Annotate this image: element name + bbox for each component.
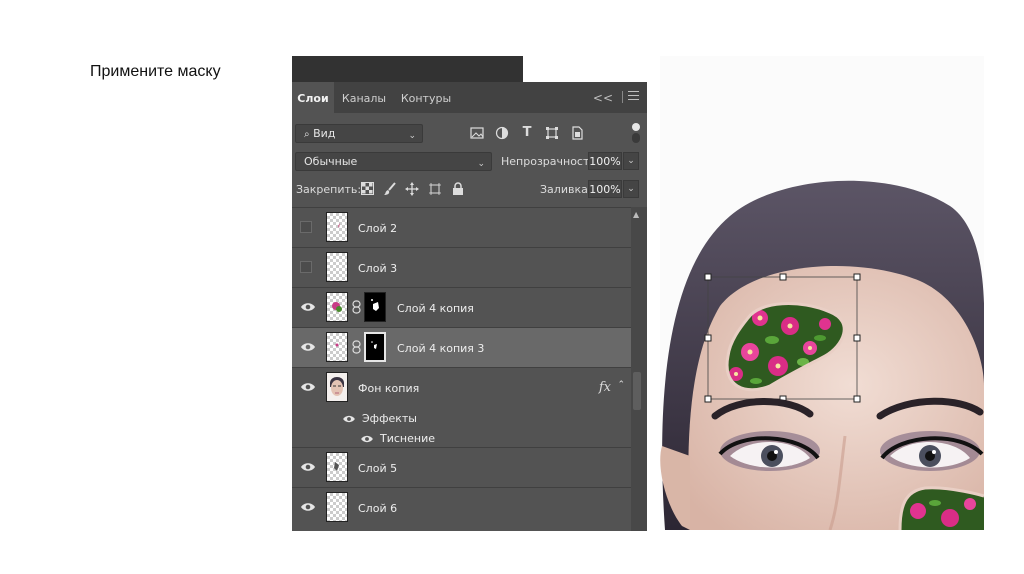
layer-mask-thumbnail[interactable] bbox=[364, 292, 386, 322]
layer-name: Слой 6 bbox=[358, 502, 398, 515]
lock-artboard-icon[interactable] bbox=[428, 182, 442, 196]
filter-kind-label: Вид bbox=[313, 127, 336, 140]
opacity-label: Непрозрачность: bbox=[501, 155, 600, 168]
effect-item-emboss: Тиснение bbox=[380, 432, 435, 445]
layers-panel: Слои Каналы Контуры << ⌕ Вид ⌄ T Обычные… bbox=[292, 82, 647, 531]
filter-adjustment-icon[interactable] bbox=[495, 126, 509, 140]
canvas-photo bbox=[660, 56, 984, 530]
filter-type-icon[interactable]: T bbox=[520, 126, 534, 140]
tab-paths[interactable]: Контуры bbox=[394, 82, 458, 113]
fill-dropdown-icon[interactable]: ⌄ bbox=[623, 180, 639, 198]
layer-thumbnail bbox=[326, 492, 348, 522]
layer-name: Слой 5 bbox=[358, 462, 398, 475]
layer-row[interactable]: Слой 3 bbox=[292, 247, 631, 287]
chain-link-icon[interactable] bbox=[352, 300, 361, 314]
layer-thumbnail bbox=[326, 292, 348, 322]
chevron-down-icon: ⌄ bbox=[477, 159, 485, 169]
layer-thumbnail bbox=[326, 332, 348, 362]
lock-all-icon[interactable] bbox=[451, 182, 465, 196]
eye-icon[interactable] bbox=[342, 414, 356, 424]
lock-transparent-pixels-icon[interactable] bbox=[360, 182, 374, 196]
eye-icon[interactable] bbox=[300, 301, 316, 313]
layer-mask-thumbnail[interactable] bbox=[364, 332, 386, 362]
slide-title: Примените маску bbox=[90, 63, 221, 80]
layer-row[interactable]: Слой 2 bbox=[292, 207, 631, 247]
eye-icon[interactable] bbox=[300, 381, 316, 393]
scroll-up-icon[interactable]: ▲ bbox=[633, 210, 639, 219]
eye-icon[interactable] bbox=[300, 501, 316, 513]
layer-name: Слой 3 bbox=[358, 262, 398, 275]
lock-label: Закрепить: bbox=[296, 183, 362, 196]
layer-name: Слой 4 копия bbox=[397, 302, 474, 315]
collapse-panel-icon[interactable]: << bbox=[593, 91, 613, 105]
chevron-up-icon[interactable]: ⌃ bbox=[617, 380, 625, 390]
tab-separator bbox=[622, 91, 623, 103]
layer-thumbnail bbox=[326, 252, 348, 282]
search-icon: ⌕ bbox=[304, 129, 310, 140]
filter-pixel-icon[interactable] bbox=[470, 126, 484, 140]
layer-name: Слой 2 bbox=[358, 222, 398, 235]
layer-row[interactable]: Слой 5 bbox=[292, 447, 631, 487]
chevron-down-icon: ⌄ bbox=[408, 131, 416, 141]
layer-thumbnail bbox=[326, 452, 348, 482]
layers-list: Слой 2 Слой 3 Слой 4 копия Слой 4 копия … bbox=[292, 207, 631, 531]
panel-header-strip bbox=[292, 56, 523, 82]
opacity-dropdown-icon[interactable]: ⌄ bbox=[623, 152, 639, 170]
filter-shape-icon[interactable] bbox=[545, 126, 559, 140]
filter-toggle-switch[interactable] bbox=[632, 123, 640, 143]
eye-icon[interactable] bbox=[360, 434, 374, 444]
tab-channels[interactable]: Каналы bbox=[336, 82, 392, 113]
scrollbar-thumb[interactable] bbox=[633, 372, 641, 410]
lock-position-icon[interactable] bbox=[405, 182, 419, 196]
visibility-toggle[interactable] bbox=[300, 261, 312, 273]
eye-icon[interactable] bbox=[300, 341, 316, 353]
tab-layers[interactable]: Слои bbox=[292, 82, 334, 113]
panel-menu-icon[interactable] bbox=[628, 91, 639, 102]
layer-thumbnail bbox=[326, 372, 348, 402]
blend-mode-select[interactable]: Обычные ⌄ bbox=[295, 152, 492, 171]
layers-scrollbar[interactable] bbox=[631, 207, 647, 531]
effects-label: Эффекты bbox=[362, 412, 417, 425]
layer-row[interactable]: Слой 6 bbox=[292, 487, 631, 527]
layer-name: Фон копия bbox=[358, 382, 420, 395]
panel-tab-bar: Слои Каналы Контуры << bbox=[292, 82, 647, 113]
layer-row[interactable]: Фон копия fx ⌃ Эффекты Тиснение bbox=[292, 367, 631, 447]
layer-row[interactable]: Слой 4 копия bbox=[292, 287, 631, 327]
blend-mode-value: Обычные bbox=[304, 155, 358, 168]
visibility-toggle[interactable] bbox=[300, 221, 312, 233]
eye-icon[interactable] bbox=[300, 461, 316, 473]
lock-image-pixels-icon[interactable] bbox=[383, 182, 397, 196]
face-illustration bbox=[660, 180, 984, 530]
layer-effects-fx-icon[interactable]: fx bbox=[599, 380, 611, 395]
fill-label: Заливка: bbox=[540, 183, 592, 196]
layer-row-selected[interactable]: Слой 4 копия 3 bbox=[292, 327, 631, 367]
chain-link-icon[interactable] bbox=[352, 340, 361, 354]
filter-kind-select[interactable]: ⌕ Вид ⌄ bbox=[295, 124, 423, 143]
layer-thumbnail bbox=[326, 212, 348, 242]
opacity-input[interactable]: 100% bbox=[588, 152, 622, 170]
layer-name: Слой 4 копия 3 bbox=[397, 342, 485, 355]
filter-smart-object-icon[interactable] bbox=[570, 126, 584, 140]
fill-input[interactable]: 100% bbox=[588, 180, 622, 198]
